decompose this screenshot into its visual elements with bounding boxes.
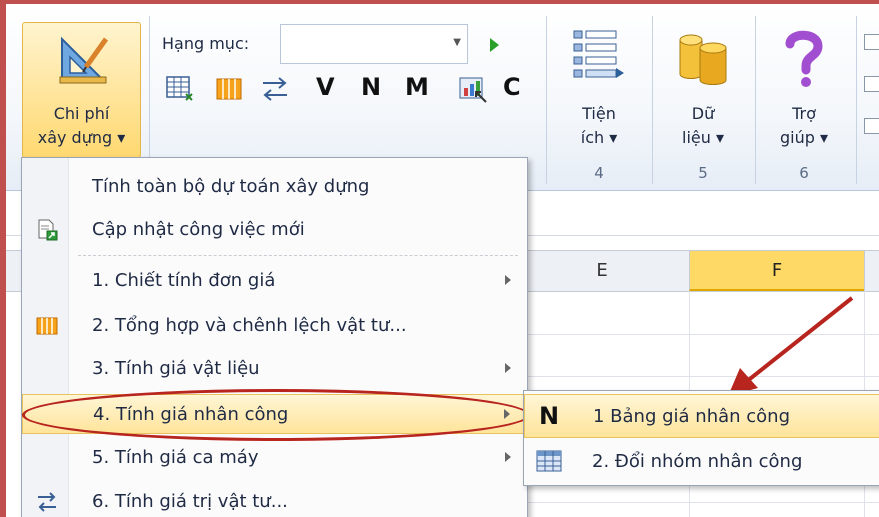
menu-item-label: 1. Chiết tính đơn giá [92, 270, 276, 291]
columns-icon [36, 317, 58, 335]
menu-item-label: 6. Tính giá trị vật tư... [92, 491, 288, 512]
swap-arrows-icon[interactable] [260, 76, 290, 102]
group-number-4: 4 [594, 164, 604, 182]
menu-item-label: 5. Tính giá ca máy [92, 447, 259, 468]
chart-select-icon[interactable] [458, 76, 488, 104]
ribbon-divider [652, 16, 653, 184]
tool-c-button[interactable]: C [503, 73, 521, 101]
chi-phi-dropdown-menu: Tính toàn bộ dự toán xây dựng Cập nhật c… [21, 157, 528, 517]
column-header-f[interactable]: F [689, 251, 864, 291]
list-tools-icon [573, 30, 624, 78]
grid-table-icon[interactable] [166, 76, 194, 102]
menu-item-cap-nhat[interactable]: Cập nhật công việc mới [22, 210, 527, 250]
tien-ich-label-line1: Tiện [582, 104, 616, 123]
chi-phi-xay-dung-button[interactable]: Chi phí xây dựng ▾ [22, 22, 141, 158]
checkbox-2[interactable] [864, 76, 879, 92]
du-lieu-label-line2: liệu ▾ [682, 128, 724, 147]
submenu-arrow-icon [505, 452, 511, 462]
ribbon-divider [546, 16, 547, 184]
tien-ich-label-line2: ích ▾ [580, 128, 618, 147]
annotation-highlight-oval [22, 389, 530, 441]
tro-giup-label-line1: Trợ [792, 104, 816, 123]
menu-item-label: 2. Tổng hợp và chênh lệch vật tư... [92, 315, 407, 336]
tro-giup-button[interactable]: Trợ giúp ▾ [758, 20, 850, 158]
group-number-6: 6 [799, 164, 809, 182]
nhan-cong-submenu: N 1 Bảng giá nhân công 2. Đổi nhóm nhân … [523, 390, 879, 486]
database-icon [679, 34, 727, 85]
tro-giup-label-line2: giúp ▾ [779, 128, 828, 147]
du-lieu-label-line1: Dữ [691, 104, 715, 123]
play-icon[interactable] [490, 38, 499, 52]
submenu-item-label: 2. Đổi nhóm nhân công [592, 451, 803, 472]
ribbon-divider [856, 16, 857, 184]
grid-line [514, 502, 879, 503]
category-label: Hạng mục: [162, 34, 250, 53]
n-letter-icon: N [539, 402, 560, 430]
menu-item-gia-ca-may[interactable]: 5. Tính giá ca máy [22, 438, 527, 478]
swap-arrows-icon [38, 492, 56, 512]
submenu-item-label: 1 Bảng giá nhân công [593, 406, 791, 427]
menu-item-tong-hop[interactable]: 2. Tổng hợp và chênh lệch vật tư... [22, 306, 527, 346]
submenu-item-bang-gia[interactable]: N 1 Bảng giá nhân công [524, 394, 879, 438]
submenu-arrow-icon [505, 363, 511, 373]
column-header-e[interactable]: E [514, 251, 689, 291]
menu-separator [78, 255, 518, 256]
table-icon [536, 450, 562, 472]
main-button-label-line2: xây dựng ▾ [37, 128, 126, 147]
menu-item-label: Tính toàn bộ dự toán xây dựng [92, 176, 370, 197]
drafting-tools-icon [59, 36, 109, 84]
tien-ich-button[interactable]: Tiện ích ▾ [554, 20, 644, 158]
checkbox-1[interactable] [864, 34, 879, 50]
menu-item-label: Cập nhật công việc mới [92, 219, 305, 240]
column-header-next[interactable] [864, 251, 879, 291]
submenu-arrow-icon [505, 275, 511, 285]
menu-item-label: 3. Tính giá vật liệu [92, 358, 260, 379]
menu-item-gia-vat-lieu[interactable]: 3. Tính giá vật liệu [22, 349, 527, 389]
menu-item-chiet-tinh[interactable]: 1. Chiết tính đơn giá [22, 261, 527, 301]
group-number-5: 5 [698, 164, 708, 182]
menu-item-tinh-toan-bo[interactable]: Tính toàn bộ dự toán xây dựng [22, 167, 527, 207]
chevron-down-icon: ▼ [453, 37, 461, 48]
help-question-icon [785, 30, 823, 87]
window-frame: Chi phí xây dựng ▾ Hạng mục: ▼ V N M C T… [6, 4, 879, 517]
tool-v-button[interactable]: V [316, 73, 335, 101]
category-combo[interactable]: ▼ [280, 24, 468, 64]
document-update-icon [38, 219, 58, 241]
main-button-label-line1: Chi phí [53, 104, 110, 123]
menu-item-gia-tri-vat-tu[interactable]: 6. Tính giá trị vật tư... [22, 482, 527, 517]
ribbon-divider [755, 16, 756, 184]
columns-icon[interactable] [216, 78, 242, 100]
tool-m-button[interactable]: M [405, 73, 429, 101]
submenu-item-doi-nhom[interactable]: 2. Đổi nhóm nhân công [524, 440, 879, 484]
checkbox-3[interactable] [864, 118, 879, 134]
tool-n-button[interactable]: N [361, 73, 381, 101]
du-lieu-button[interactable]: Dữ liệu ▾ [658, 20, 748, 158]
